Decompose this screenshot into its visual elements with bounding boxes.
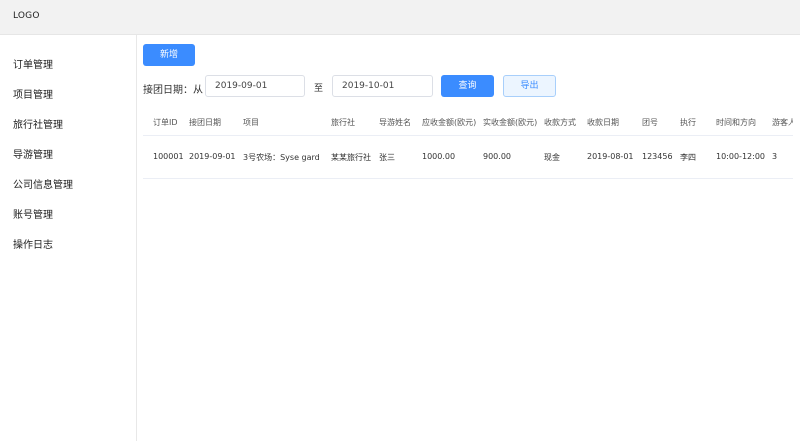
sidebar-item-operation-log[interactable]: 操作日志 [13, 236, 53, 251]
column-header-payment-date: 收款日期 [587, 118, 619, 127]
column-header-amount-due: 应收金额(欧元) [422, 118, 477, 127]
cell-amount-due: 1000.00 [422, 152, 456, 161]
cell-agency: 某某旅行社 [331, 153, 371, 162]
sidebar-item-company-info[interactable]: 公司信息管理 [13, 176, 73, 191]
query-button[interactable]: 查询 [441, 75, 494, 97]
sidebar-item-agencies[interactable]: 旅行社管理 [13, 116, 63, 131]
cell-project: 3号农场：Syse gard [243, 153, 320, 162]
sidebar-item-projects[interactable]: 项目管理 [13, 86, 53, 101]
top-bar: LOGO [0, 0, 800, 35]
cell-amount-received: 900.00 [483, 152, 511, 161]
cell-payment-date: 2019-08-01 [587, 152, 634, 161]
column-header-amount-received: 实收金额(欧元) [483, 118, 538, 127]
table-row[interactable]: 100001 2019-09-01 3号农场：Syse gard 某某旅行社 张… [143, 135, 793, 179]
app-root: LOGO 订单管理 项目管理 旅行社管理 导游管理 公司信息管理 账号管理 操作… [0, 0, 800, 441]
date-to-input[interactable] [332, 75, 433, 97]
date-filter-label: 接团日期：从 [143, 85, 203, 96]
sidebar-item-guides[interactable]: 导游管理 [13, 146, 53, 161]
column-header-tourist-count: 游客人数 [772, 118, 793, 127]
column-header-order-id: 订单ID [153, 118, 178, 127]
cell-order-id: 100001 [153, 152, 184, 161]
column-header-payment-method: 收款方式 [544, 118, 576, 127]
cell-group-no: 123456 [642, 152, 673, 161]
cell-pickup-date: 2019-09-01 [189, 152, 236, 161]
cell-time-direction: 10:00-12:00 [716, 152, 765, 161]
column-header-project: 项目 [243, 118, 259, 127]
cell-executor: 李四 [680, 153, 696, 162]
sidebar-item-orders[interactable]: 订单管理 [13, 56, 53, 71]
date-range-separator: 至 [314, 84, 324, 94]
column-header-group-no: 团号 [642, 118, 658, 127]
date-from-input[interactable] [205, 75, 305, 97]
sidebar-item-accounts[interactable]: 账号管理 [13, 206, 53, 221]
column-header-pickup-date: 接团日期 [189, 118, 221, 127]
logo: LOGO [13, 11, 40, 21]
table-header: 订单ID 接团日期 项目 旅行社 导游姓名 应收金额(欧元) 实收金额(欧元) … [143, 107, 793, 136]
cell-payment-method: 现金 [544, 153, 560, 162]
export-button[interactable]: 导出 [503, 75, 556, 97]
cell-guide-name: 张三 [379, 153, 395, 162]
column-header-executor: 执行 [680, 118, 696, 127]
main-content: 新增 接团日期：从 至 查询 导出 订单ID 接团日期 项目 旅行社 导游姓名 … [137, 35, 800, 441]
column-header-guide-name: 导游姓名 [379, 118, 411, 127]
column-header-agency: 旅行社 [331, 118, 355, 127]
column-header-time-direction: 时间和方向 [716, 118, 756, 127]
sidebar: 订单管理 项目管理 旅行社管理 导游管理 公司信息管理 账号管理 操作日志 [0, 35, 137, 441]
orders-table: 订单ID 接团日期 项目 旅行社 导游姓名 应收金额(欧元) 实收金额(欧元) … [143, 107, 793, 179]
cell-tourist-count: 3 [772, 152, 778, 161]
add-button[interactable]: 新增 [143, 44, 195, 66]
